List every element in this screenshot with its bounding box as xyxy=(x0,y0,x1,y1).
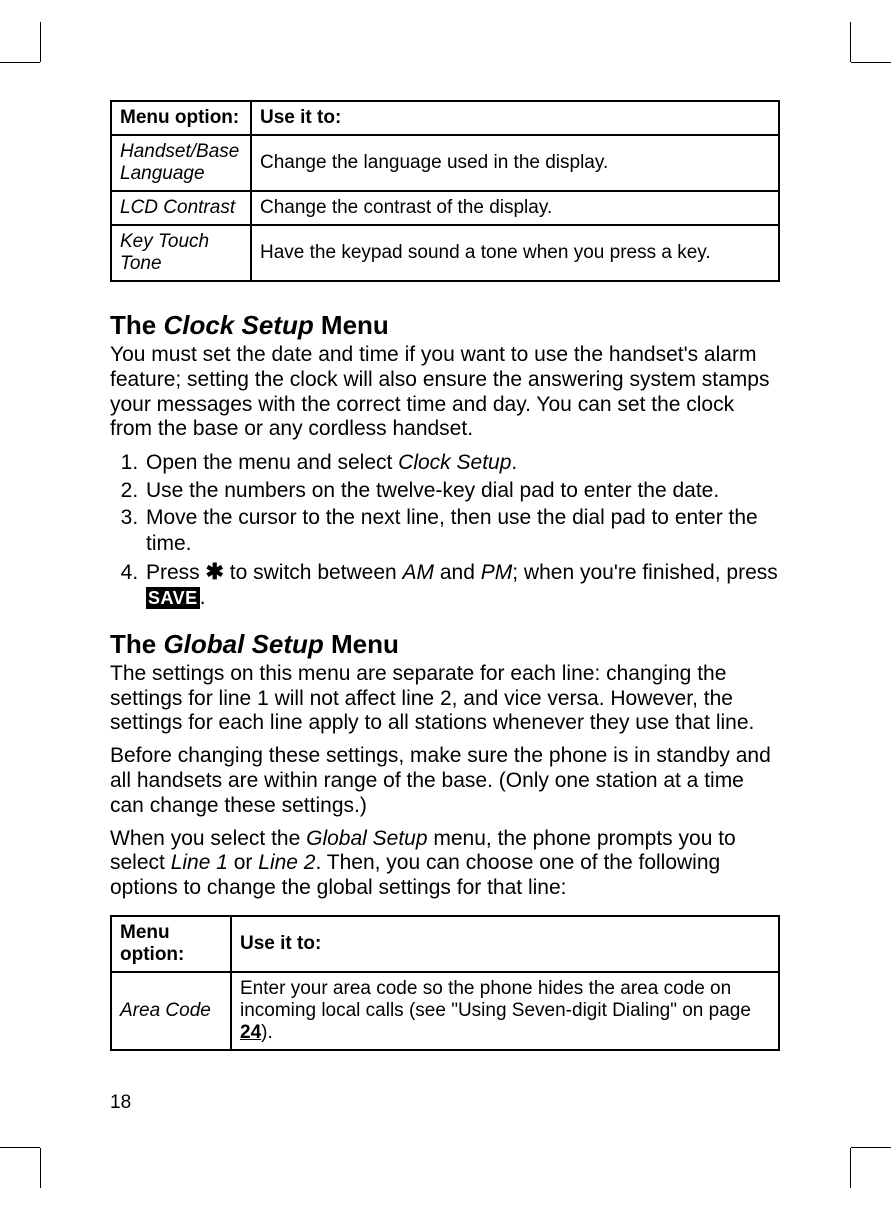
p3-text: When you select the xyxy=(110,827,306,850)
page-number: 18 xyxy=(110,1092,131,1114)
global-setup-p1: The settings on this menu are separate f… xyxy=(110,662,780,736)
option-desc: Change the language used in the display. xyxy=(251,135,779,191)
crop-mark xyxy=(850,22,851,62)
table-header-use: Use it to: xyxy=(251,101,779,135)
section-heading-global-setup: The Global Setup Menu xyxy=(110,629,780,660)
desc-text: Enter your area code so the phone hides … xyxy=(240,978,751,1021)
heading-italic: Global Setup xyxy=(163,629,323,659)
page-reference-link[interactable]: 24 xyxy=(240,1022,261,1043)
option-name: Key Touch Tone xyxy=(111,225,251,281)
option-name: Handset/Base Language xyxy=(111,135,251,191)
save-softkey-label: SAVE xyxy=(146,587,200,609)
crop-mark xyxy=(851,1147,891,1148)
step-text: . xyxy=(511,451,517,474)
heading-prefix: The xyxy=(110,310,163,340)
step-text: to switch between xyxy=(224,561,403,584)
table-row: Area Code Enter your area code so the ph… xyxy=(111,972,779,1050)
table-header-option: Menu option: xyxy=(111,916,231,972)
table-row: Key Touch Tone Have the keypad sound a t… xyxy=(111,225,779,281)
clock-setup-steps: Open the menu and select Clock Setup. Us… xyxy=(110,450,780,611)
p3-italic: Global Setup xyxy=(306,827,427,850)
option-name: Area Code xyxy=(111,972,231,1050)
menu-options-table-1: Menu option: Use it to: Handset/Base Lan… xyxy=(110,100,780,282)
heading-suffix: Menu xyxy=(314,310,389,340)
p3-text: or xyxy=(228,851,258,874)
crop-mark xyxy=(40,22,41,62)
crop-mark xyxy=(850,1148,851,1188)
step-italic: AM xyxy=(403,561,435,584)
table-row: LCD Contrast Change the contrast of the … xyxy=(111,191,779,225)
step-text: . xyxy=(200,586,206,609)
section-heading-clock-setup: The Clock Setup Menu xyxy=(110,310,780,341)
crop-mark xyxy=(0,62,40,63)
menu-options-table-2: Menu option: Use it to: Area Code Enter … xyxy=(110,915,780,1051)
p3-italic: Line 1 xyxy=(171,851,228,874)
list-item: Open the menu and select Clock Setup. xyxy=(144,450,780,476)
crop-mark xyxy=(40,1148,41,1188)
step-text: Open the menu and select xyxy=(146,451,398,474)
option-desc: Have the keypad sound a tone when you pr… xyxy=(251,225,779,281)
option-name: LCD Contrast xyxy=(111,191,251,225)
table-row: Handset/Base Language Change the languag… xyxy=(111,135,779,191)
heading-suffix: Menu xyxy=(324,629,399,659)
crop-mark xyxy=(0,1147,40,1148)
step-italic: Clock Setup xyxy=(398,451,511,474)
option-desc: Change the contrast of the display. xyxy=(251,191,779,225)
step-text: ; when you're finished, press xyxy=(512,561,777,584)
star-key-icon: ✱ xyxy=(206,559,224,584)
list-item: Press ✱ to switch between AM and PM; whe… xyxy=(144,559,780,611)
step-italic: PM xyxy=(481,561,513,584)
global-setup-p3: When you select the Global Setup menu, t… xyxy=(110,827,780,901)
table-header-use: Use it to: xyxy=(231,916,779,972)
crop-mark xyxy=(851,62,891,63)
table-header-option: Menu option: xyxy=(111,101,251,135)
step-text: and xyxy=(434,561,481,584)
clock-setup-paragraph: You must set the date and time if you wa… xyxy=(110,343,780,442)
desc-text: ). xyxy=(261,1022,273,1043)
step-text: Press xyxy=(146,561,206,584)
heading-italic: Clock Setup xyxy=(163,310,313,340)
list-item: Move the cursor to the next line, then u… xyxy=(144,505,780,556)
option-desc: Enter your area code so the phone hides … xyxy=(231,972,779,1050)
heading-prefix: The xyxy=(110,629,163,659)
page-content: Menu option: Use it to: Handset/Base Lan… xyxy=(110,100,780,1051)
p3-italic: Line 2 xyxy=(258,851,315,874)
global-setup-p2: Before changing these settings, make sur… xyxy=(110,744,780,818)
list-item: Use the numbers on the twelve-key dial p… xyxy=(144,478,780,504)
